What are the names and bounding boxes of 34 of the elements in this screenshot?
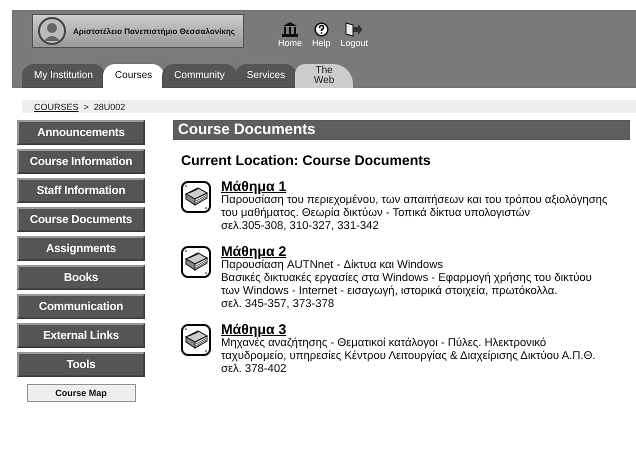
document-link[interactable]: Μάθημα 3 [221,321,611,337]
sidebar-button[interactable]: Staff Information [17,178,145,203]
sidebar-button[interactable]: Communication [17,294,145,319]
document-description: σελ. 345-357, 373-378 [221,298,336,311]
document-description: σελ.305-308, 310-327, 331-342 [221,220,380,233]
tab[interactable]: The Web [295,64,354,88]
document-description: σελ. 378-402 [221,363,288,376]
sidebar-button[interactable]: Books [17,265,145,290]
sidebar-button[interactable]: Assignments [17,236,145,261]
sidebar-button[interactable]: Course Information [17,149,145,174]
sidebar-button[interactable]: Tools [17,352,145,377]
document-description: Βασικές δικτυακές εργασίες στα Windows - Εφαρμογή χρήσης του δικτύου των Windows - Internet - εισαγωγή, ιστορικά στοιχεία, πρωτόκολλα. [221,272,593,298]
breadcrumb-link[interactable]: COURSES [34,102,79,112]
document-description: Παρουσίαση AUTNnet - Δίκτυα και Windows [221,259,444,272]
course-map-button[interactable]: Course Map [26,384,136,402]
university-logo[interactable]: Αριστοτέλειο Πανεπιστήμιο Θεσσαλονίκης [32,14,244,48]
sidebar-button[interactable]: Course Documents [17,207,145,232]
document-description: Μηχανές αναζήτησης - Θεματικοί κατάλογοι - Πύλες. Ηλεκτρονικό ταχυδρομείο, υπηρεσίες Κέντρου Λειτουργίας & Διαχείρισης Δικτύου Α.Π.Θ. [221,337,596,363]
tab[interactable]: Courses [102,64,164,88]
nav-link[interactable]: Logout [340,22,368,48]
document-link[interactable]: Μάθημα 1 [221,178,611,194]
tab[interactable]: Community [162,64,237,88]
breadcrumb-current: 28U002 [94,102,126,112]
document-link[interactable]: Μάθημα 2 [221,243,611,259]
breadcrumb-separator: > [84,102,89,112]
tab[interactable]: Services [234,64,298,88]
nav-link[interactable]: Help [312,22,331,48]
sidebar-button[interactable]: External Links [17,323,145,348]
current-location: Current Location: Course Documents [181,152,432,168]
nav-link[interactable]: Home [278,22,302,48]
university-name: Αριστοτέλειο Πανεπιστήμιο Θεσσαλονίκης [73,26,235,36]
tab[interactable]: My Institution [22,64,105,88]
section-title: Course Documents [173,120,630,140]
sidebar-button[interactable]: Announcements [17,120,145,145]
